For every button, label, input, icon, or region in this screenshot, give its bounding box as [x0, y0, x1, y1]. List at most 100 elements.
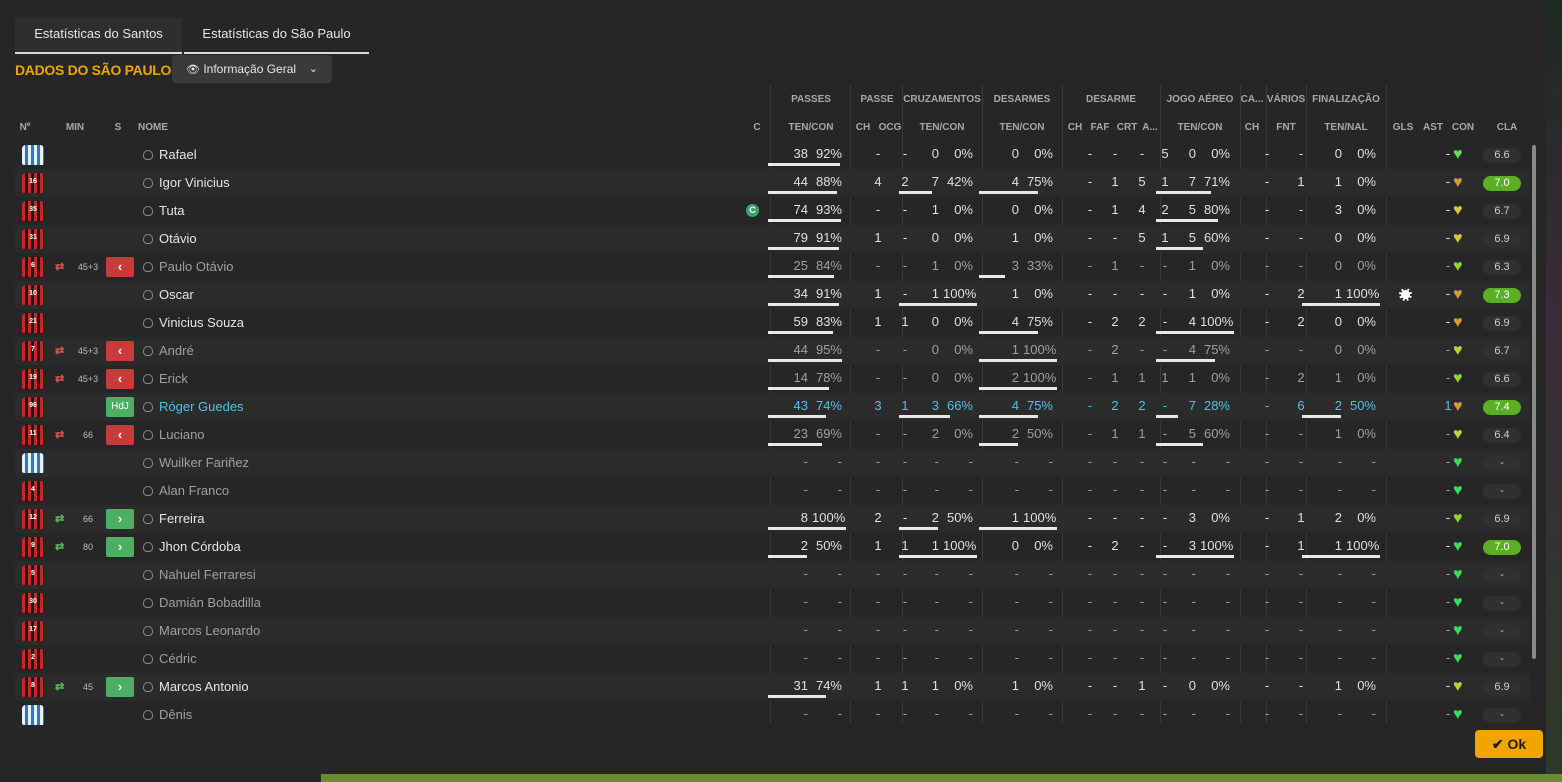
player-name[interactable]: Marcos Antonio: [159, 673, 249, 701]
scrollbar[interactable]: [1532, 145, 1536, 659]
table-row[interactable]: 31 Otávio 79 91% 1-0 0% 1 0% - -5 1 5 60% - -0 0% - ♥ 6.9: [15, 225, 1530, 253]
aerial-pct: -: [1225, 706, 1230, 721]
column-header[interactable]: AST: [1420, 122, 1446, 133]
column-header[interactable]: C: [750, 122, 764, 133]
player-name[interactable]: Rafael: [159, 141, 197, 169]
column-header[interactable]: Nº: [14, 122, 36, 133]
sub-off-icon: ⇄: [55, 373, 65, 385]
tackle-ch: -: [1087, 286, 1093, 301]
column-header[interactable]: NOME: [138, 122, 198, 133]
table-row[interactable]: 19 ⇄ 45+3 ‹ Erick 14 78% - -0 0% 2 100% -1 1 1 1 0% -2 1 0%…: [15, 365, 1530, 393]
player-icon: [143, 290, 153, 300]
column-header[interactable]: CH: [852, 122, 874, 133]
passes-attempts: -: [803, 454, 808, 469]
column-header[interactable]: TEN/NAL: [1306, 122, 1386, 133]
table-row[interactable]: 17 Marcos Leonardo - - - - - - - - - - - - - - - - - - - ♥ -: [15, 617, 1530, 645]
condition-heart-icon: ♥: [1453, 594, 1463, 611]
column-header[interactable]: S: [108, 122, 128, 133]
tackle-ch: -: [1087, 258, 1093, 273]
table-row[interactable]: 9 ⇄ 80 › Jhon Córdoba 2 50% 1 1 1 100% 0 0% -2- -3 100%…: [15, 533, 1530, 561]
table-row[interactable]: 12 ⇄ 66 › Ferreira 8 100% 2-2 50% 1 100% - - - -3 0% -1 2…: [15, 505, 1530, 533]
column-header[interactable]: TEN/CON: [983, 122, 1061, 133]
player-name[interactable]: Vinicius Souza: [159, 309, 244, 337]
player-name[interactable]: Jhon Córdoba: [159, 533, 241, 561]
crosses-attempts: 0: [931, 314, 939, 329]
table-row[interactable]: 30 Damián Bobadilla - - - - - - - - - - - - - - - - - - - ♥ -: [15, 589, 1530, 617]
table-row[interactable]: 21 Vinicius Souza 59 83% 1 1 0 0% 4 75% -2 2-4 100% -…: [15, 309, 1530, 337]
shots-pct: 0%: [1357, 370, 1376, 385]
player-name[interactable]: Igor Vinicius: [159, 169, 230, 197]
player-name[interactable]: Alan Franco: [159, 477, 229, 505]
subbed-on-badge: ›: [106, 509, 134, 529]
column-header[interactable]: GLS: [1390, 122, 1416, 133]
table-row[interactable]: 8 ⇄ 45 › Marcos Antonio 31 74% 1 1 1 0% 1 0% - -1-0 0% -…: [15, 673, 1530, 701]
shots-attempts: 2: [1334, 510, 1342, 525]
player-name[interactable]: Nahuel Ferraresi: [159, 561, 256, 589]
table-row[interactable]: 35 Tuta C 74 93% - -1 0% 0 0% -1 4 2 5 80% - -3 0% - ♥ 6.7: [15, 197, 1530, 225]
player-name[interactable]: Wuilker Fariñez: [159, 449, 249, 477]
ca-ch: -: [1264, 314, 1270, 329]
table-row[interactable]: 5 Nahuel Ferraresi - - - - - - - - - - - - - - - - - - - ♥ -: [15, 561, 1530, 589]
player-name[interactable]: Dênis: [159, 701, 192, 729]
column-header[interactable]: OCG: [876, 122, 904, 133]
ca-ch: -: [1264, 566, 1270, 581]
tackle-faf: -: [1112, 678, 1118, 693]
tackle-faf: -: [1112, 510, 1118, 525]
aerial-attempts: 1: [1188, 286, 1196, 301]
column-header[interactable]: A...: [1140, 122, 1160, 133]
crosses-bar: [899, 303, 977, 306]
group-header: FINALIZAÇÃO: [1312, 94, 1380, 105]
tackle-crt: 4: [1138, 202, 1146, 217]
column-header[interactable]: CH: [1240, 122, 1264, 133]
column-header[interactable]: CLA: [1490, 122, 1524, 133]
tab-santos-stats[interactable]: Estatísticas do Santos: [15, 18, 182, 54]
player-name[interactable]: Cédric: [159, 645, 197, 673]
column-header[interactable]: CON: [1446, 122, 1480, 133]
player-name[interactable]: Erick: [159, 365, 188, 393]
column-header[interactable]: FNT: [1266, 122, 1306, 133]
table-row[interactable]: 10 Oscar 34 91% 1-1 100% 1 0% - - - -1 0% -2 1 100% - ♥ 7.…: [15, 281, 1530, 309]
player-name[interactable]: André: [159, 337, 194, 365]
table-row[interactable]: Rafael 38 92% - -0 0% 0 0% - - -5 0 0% - -0 0% - ♥ 6.6: [15, 141, 1530, 169]
column-header[interactable]: FAF: [1088, 122, 1112, 133]
tackle-crt: -: [1139, 286, 1145, 301]
column-header[interactable]: TEN/CON: [1160, 122, 1240, 133]
table-row[interactable]: 7 ⇄ 45+3 ‹ André 44 95% - -0 0% 1 100% -2- -4 75% - -0 0%…: [15, 337, 1530, 365]
column-header[interactable]: TEN/CON: [903, 122, 981, 133]
player-name[interactable]: Oscar: [159, 281, 194, 309]
subbed-on-badge: ›: [106, 537, 134, 557]
column-header[interactable]: CH: [1063, 122, 1087, 133]
player-icon: [143, 402, 153, 412]
player-name[interactable]: Damián Bobadilla: [159, 589, 261, 617]
pass-ch: -: [875, 650, 881, 665]
player-name[interactable]: Tuta: [159, 197, 185, 225]
shirt-number: 21: [29, 318, 37, 325]
kit-icon: 16: [22, 173, 44, 193]
table-row[interactable]: 4 Alan Franco - - - - - - - - - - - - - - - - - - - ♥ -: [15, 477, 1530, 505]
table-row[interactable]: 2 Cédric - - - - - - - - - - - - - - - - - - - ♥ -: [15, 645, 1530, 673]
column-header[interactable]: MIN: [60, 122, 90, 133]
tackle-faf: -: [1112, 146, 1118, 161]
pass-ch: -: [875, 706, 881, 721]
pass-ch: -: [875, 202, 881, 217]
table-row[interactable]: 11 ⇄ 66 ‹ Luciano 23 69% - -2 0% 2 50% -1 1-5 60% - -1 0%…: [15, 421, 1530, 449]
crosses-attempts: 0: [931, 370, 939, 385]
player-name[interactable]: Otávio: [159, 225, 197, 253]
view-dropdown[interactable]: 👁 Informação Geral ⌄: [172, 55, 332, 83]
table-row[interactable]: 96 HdJ Róger Guedes 43 74% 3 1 3 66% 4 75% -2 2-7 28%…: [15, 393, 1530, 421]
table-row[interactable]: Wuilker Fariñez - - - - - - - - - - - - - - - - - - - ♥ -: [15, 449, 1530, 477]
ok-button[interactable]: ✔ Ok: [1475, 730, 1543, 758]
column-header[interactable]: TEN/CON: [772, 122, 850, 133]
shirt-number: 9: [31, 542, 35, 549]
player-name[interactable]: Róger Guedes: [159, 393, 244, 421]
player-name[interactable]: Paulo Otávio: [159, 253, 233, 281]
player-name[interactable]: Luciano: [159, 421, 205, 449]
player-name[interactable]: Marcos Leonardo: [159, 617, 260, 645]
tab-sao-paulo-stats[interactable]: Estatísticas do São Paulo: [184, 18, 369, 54]
column-header[interactable]: CRT: [1114, 122, 1140, 133]
table-row[interactable]: 6 ⇄ 45+3 ‹ Paulo Otávio 25 84% - -1 0% 3 33% -1- -1 0%…: [15, 253, 1530, 281]
aerial-attempts: -: [1191, 482, 1196, 497]
player-name[interactable]: Ferreira: [159, 505, 205, 533]
table-row[interactable]: Dênis - - - - - - - - - - - - - - - - - - - ♥ -: [15, 701, 1530, 729]
table-row[interactable]: 16 Igor Vinicius 44 88% 4 2 7 42% 4 75% -1 5 1 7 71% -1…: [15, 169, 1530, 197]
